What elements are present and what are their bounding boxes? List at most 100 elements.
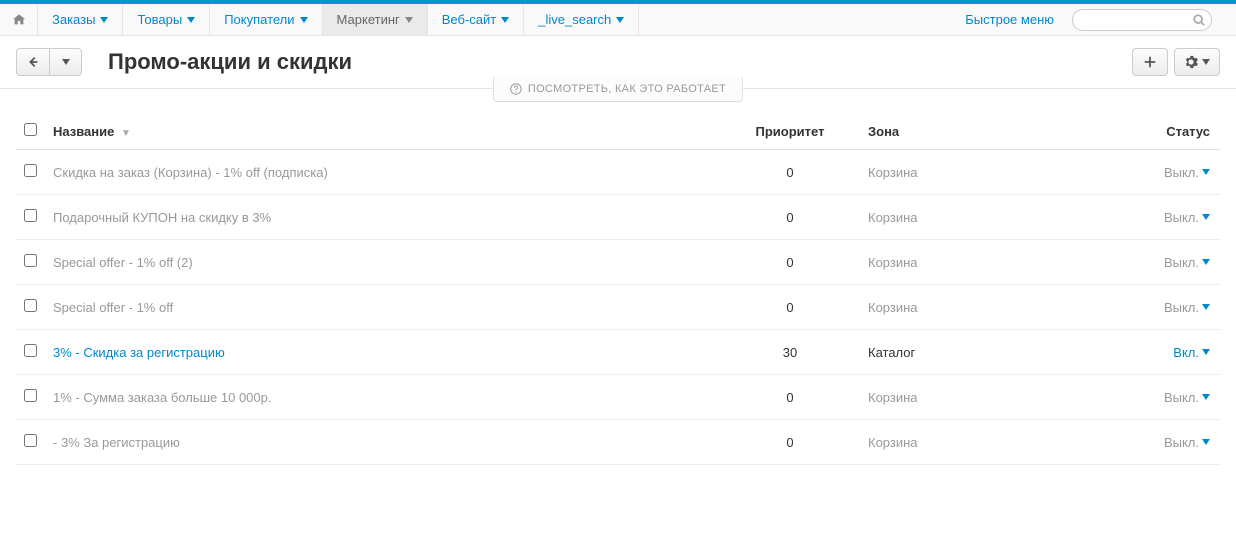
cell-checkbox (16, 150, 45, 195)
cell-zone: Корзина (860, 285, 1120, 330)
table-row: 3% - Скидка за регистрацию 30Каталог Вкл. (16, 330, 1220, 375)
cell-name: Скидка на заказ (Корзина) - 1% off (подп… (45, 150, 720, 195)
promotion-link[interactable]: Special offer - 1% off (53, 300, 173, 315)
search-wrap (1068, 4, 1236, 35)
nav-item-3[interactable]: Маркетинг (323, 4, 428, 35)
status-toggle[interactable]: Выкл. (1164, 300, 1210, 315)
nav-item-label: Веб-сайт (442, 12, 496, 27)
table-row: Special offer - 1% off (2) 0Корзина Выкл. (16, 240, 1220, 285)
promotions-table: Название ▼ Приоритет Зона Статус Скидка … (16, 113, 1220, 465)
promotion-link[interactable]: 1% - Сумма заказа больше 10 000р. (53, 390, 271, 405)
back-button-group (16, 48, 82, 76)
nav-item-2[interactable]: Покупатели (210, 4, 322, 35)
status-toggle[interactable]: Вкл. (1173, 345, 1210, 360)
cell-priority: 30 (720, 330, 860, 375)
status-toggle[interactable]: Выкл. (1164, 210, 1210, 225)
row-checkbox[interactable] (24, 344, 37, 357)
select-all-checkbox[interactable] (24, 123, 37, 136)
caret-down-icon (1202, 349, 1210, 355)
nav-item-label: Покупатели (224, 12, 294, 27)
page-header: Промо-акции и скидки ПОСМОТРЕТЬ, КАК ЭТО… (0, 36, 1236, 89)
cell-priority: 0 (720, 195, 860, 240)
table-row: Special offer - 1% off 0Корзина Выкл. (16, 285, 1220, 330)
cell-name: Special offer - 1% off (45, 285, 720, 330)
cell-zone: Корзина (860, 240, 1120, 285)
caret-down-icon (501, 17, 509, 23)
promotion-link[interactable]: Подарочный КУПОН на скидку в 3% (53, 210, 271, 225)
cell-status: Выкл. (1120, 285, 1220, 330)
cell-checkbox (16, 285, 45, 330)
cell-checkbox (16, 375, 45, 420)
nav-item-label: Заказы (52, 12, 95, 27)
cell-name: Special offer - 1% off (2) (45, 240, 720, 285)
help-banner[interactable]: ПОСМОТРЕТЬ, КАК ЭТО РАБОТАЕТ (493, 77, 743, 102)
cell-priority: 0 (720, 285, 860, 330)
nav-item-0[interactable]: Заказы (38, 4, 123, 35)
caret-down-icon (100, 17, 108, 23)
column-header-name[interactable]: Название ▼ (45, 113, 720, 150)
nav-item-4[interactable]: Веб-сайт (428, 4, 524, 35)
cell-status: Выкл. (1120, 375, 1220, 420)
plus-icon (1143, 55, 1157, 69)
page-title: Промо-акции и скидки (108, 49, 352, 75)
promotion-link[interactable]: Скидка на заказ (Корзина) - 1% off (подп… (53, 165, 328, 180)
home-button[interactable] (0, 4, 38, 35)
row-checkbox[interactable] (24, 164, 37, 177)
quick-menu-link[interactable]: Быстрое меню (951, 4, 1068, 35)
nav-item-label: _live_search (538, 12, 611, 27)
column-header-priority[interactable]: Приоритет (720, 113, 860, 150)
column-header-status[interactable]: Статус (1120, 113, 1220, 150)
cell-status: Выкл. (1120, 150, 1220, 195)
column-header-zone[interactable]: Зона (860, 113, 1120, 150)
nav-item-1[interactable]: Товары (123, 4, 210, 35)
caret-down-icon (1202, 439, 1210, 445)
caret-down-icon (1202, 304, 1210, 310)
status-label: Выкл. (1164, 165, 1199, 180)
back-button[interactable] (16, 48, 50, 76)
status-toggle[interactable]: Выкл. (1164, 255, 1210, 270)
status-label: Выкл. (1164, 390, 1199, 405)
sort-caret-icon: ▼ (121, 128, 131, 139)
cell-zone: Корзина (860, 375, 1120, 420)
cell-zone: Корзина (860, 150, 1120, 195)
caret-down-icon (187, 17, 195, 23)
promotion-link[interactable]: - 3% За регистрацию (53, 435, 180, 450)
caret-down-icon (1202, 394, 1210, 400)
home-icon (12, 13, 26, 27)
status-toggle[interactable]: Выкл. (1164, 390, 1210, 405)
search-input[interactable] (1072, 9, 1212, 31)
table-row: - 3% За регистрацию0КорзинаВыкл. (16, 420, 1220, 465)
settings-dropdown-button[interactable] (1174, 48, 1220, 76)
row-checkbox[interactable] (24, 254, 37, 267)
column-header-checkbox (16, 113, 45, 150)
help-banner-text: ПОСМОТРЕТЬ, КАК ЭТО РАБОТАЕТ (528, 83, 726, 95)
caret-down-icon (300, 17, 308, 23)
arrow-left-icon (26, 55, 40, 69)
table-row: Подарочный КУПОН на скидку в 3% 0Корзина В… (16, 195, 1220, 240)
caret-down-icon (616, 17, 624, 23)
caret-down-icon (1202, 169, 1210, 175)
cell-zone: Каталог (860, 330, 1120, 375)
status-toggle[interactable]: Выкл. (1164, 435, 1210, 450)
cell-name: 1% - Сумма заказа больше 10 000р. (45, 375, 720, 420)
status-label: Выкл. (1164, 300, 1199, 315)
cell-checkbox (16, 195, 45, 240)
row-checkbox[interactable] (24, 209, 37, 222)
nav-item-5[interactable]: _live_search (524, 4, 639, 35)
add-button[interactable] (1132, 48, 1168, 76)
cell-priority: 0 (720, 240, 860, 285)
row-checkbox[interactable] (24, 434, 37, 447)
table-row: 1% - Сумма заказа больше 10 000р.0Корзин… (16, 375, 1220, 420)
gear-icon (1184, 55, 1198, 69)
back-dropdown-button[interactable] (50, 48, 82, 76)
cell-status: Выкл. (1120, 420, 1220, 465)
status-toggle[interactable]: Выкл. (1164, 165, 1210, 180)
row-checkbox[interactable] (24, 389, 37, 402)
cell-checkbox (16, 240, 45, 285)
promotion-link[interactable]: Special offer - 1% off (2) (53, 255, 193, 270)
row-checkbox[interactable] (24, 299, 37, 312)
cell-zone: Корзина (860, 195, 1120, 240)
status-label: Выкл. (1164, 255, 1199, 270)
nav-item-label: Товары (137, 12, 182, 27)
promotion-link[interactable]: 3% - Скидка за регистрацию (53, 345, 225, 360)
